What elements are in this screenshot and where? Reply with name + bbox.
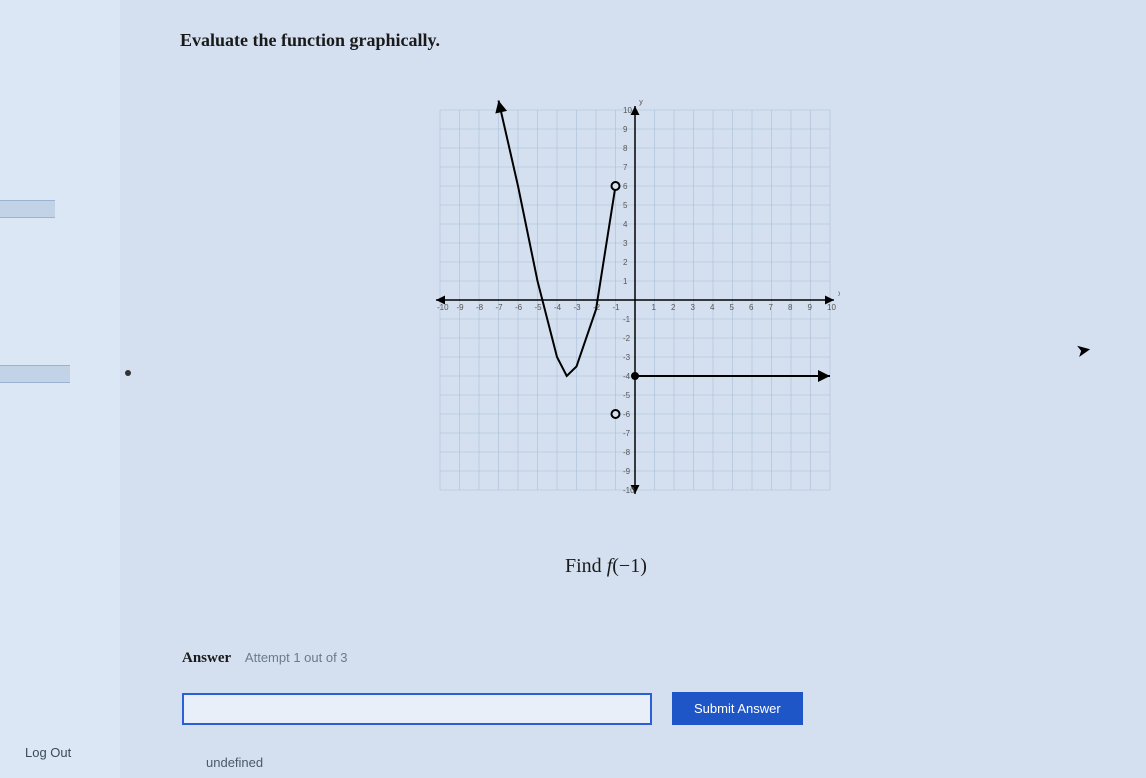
svg-text:-8: -8 bbox=[623, 448, 631, 457]
undefined-button[interactable]: undefined bbox=[206, 755, 263, 770]
svg-text:8: 8 bbox=[623, 144, 628, 153]
attempt-counter: Attempt 1 out of 3 bbox=[245, 650, 348, 665]
svg-text:y: y bbox=[639, 100, 643, 106]
bullet-dot bbox=[125, 370, 131, 376]
sidebar-marker-1 bbox=[0, 200, 55, 218]
svg-text:3: 3 bbox=[623, 239, 628, 248]
svg-text:-1: -1 bbox=[623, 315, 631, 324]
svg-text:5: 5 bbox=[623, 201, 628, 210]
svg-text:-7: -7 bbox=[496, 303, 504, 312]
svg-text:-7: -7 bbox=[623, 429, 631, 438]
svg-text:-1: -1 bbox=[613, 303, 621, 312]
svg-text:7: 7 bbox=[623, 163, 628, 172]
svg-text:-10: -10 bbox=[623, 486, 635, 495]
answer-label: Answer bbox=[182, 650, 231, 666]
svg-text:-3: -3 bbox=[574, 303, 582, 312]
svg-text:5: 5 bbox=[730, 303, 735, 312]
svg-text:2: 2 bbox=[623, 258, 628, 267]
svg-text:2: 2 bbox=[671, 303, 676, 312]
svg-text:-6: -6 bbox=[515, 303, 523, 312]
svg-text:9: 9 bbox=[623, 125, 628, 134]
svg-text:10: 10 bbox=[623, 106, 632, 115]
svg-text:-6: -6 bbox=[623, 410, 631, 419]
svg-text:-10: -10 bbox=[437, 303, 449, 312]
instruction-text: Evaluate the function graphically. bbox=[180, 30, 440, 51]
svg-text:-9: -9 bbox=[623, 467, 631, 476]
sidebar-marker-2 bbox=[0, 365, 70, 383]
submit-button[interactable]: Submit Answer bbox=[672, 692, 803, 725]
svg-text:4: 4 bbox=[710, 303, 715, 312]
svg-text:7: 7 bbox=[769, 303, 774, 312]
svg-text:6: 6 bbox=[623, 182, 628, 191]
answer-header: Answer Attempt 1 out of 3 bbox=[182, 650, 348, 667]
svg-text:x: x bbox=[838, 289, 840, 298]
svg-text:1: 1 bbox=[623, 277, 628, 286]
svg-text:-4: -4 bbox=[554, 303, 562, 312]
answer-input[interactable] bbox=[182, 693, 652, 725]
svg-text:-5: -5 bbox=[623, 391, 631, 400]
svg-text:-9: -9 bbox=[457, 303, 465, 312]
svg-text:4: 4 bbox=[623, 220, 628, 229]
svg-text:6: 6 bbox=[749, 303, 754, 312]
svg-text:-5: -5 bbox=[535, 303, 543, 312]
question-arg: (−1) bbox=[612, 555, 647, 577]
svg-text:10: 10 bbox=[827, 303, 836, 312]
question-text: Find f(−1) bbox=[565, 555, 647, 578]
question-prefix: Find bbox=[565, 555, 607, 577]
svg-text:9: 9 bbox=[808, 303, 813, 312]
svg-text:-3: -3 bbox=[623, 353, 631, 362]
svg-text:1: 1 bbox=[652, 303, 657, 312]
left-rail bbox=[0, 0, 120, 778]
svg-text:-2: -2 bbox=[623, 334, 631, 343]
logout-link[interactable]: Log Out bbox=[25, 745, 71, 760]
svg-text:3: 3 bbox=[691, 303, 696, 312]
svg-text:-8: -8 bbox=[476, 303, 484, 312]
mouse-cursor-icon: ➤ bbox=[1074, 339, 1093, 362]
svg-text:-4: -4 bbox=[623, 372, 631, 381]
svg-text:8: 8 bbox=[788, 303, 793, 312]
function-graph: x y -10 -9 -8 -7 -6 -5 -4 -3 -2 -1 1 2 3 4 5 6 7 8 9 10 -10 -9 -… bbox=[430, 100, 840, 500]
